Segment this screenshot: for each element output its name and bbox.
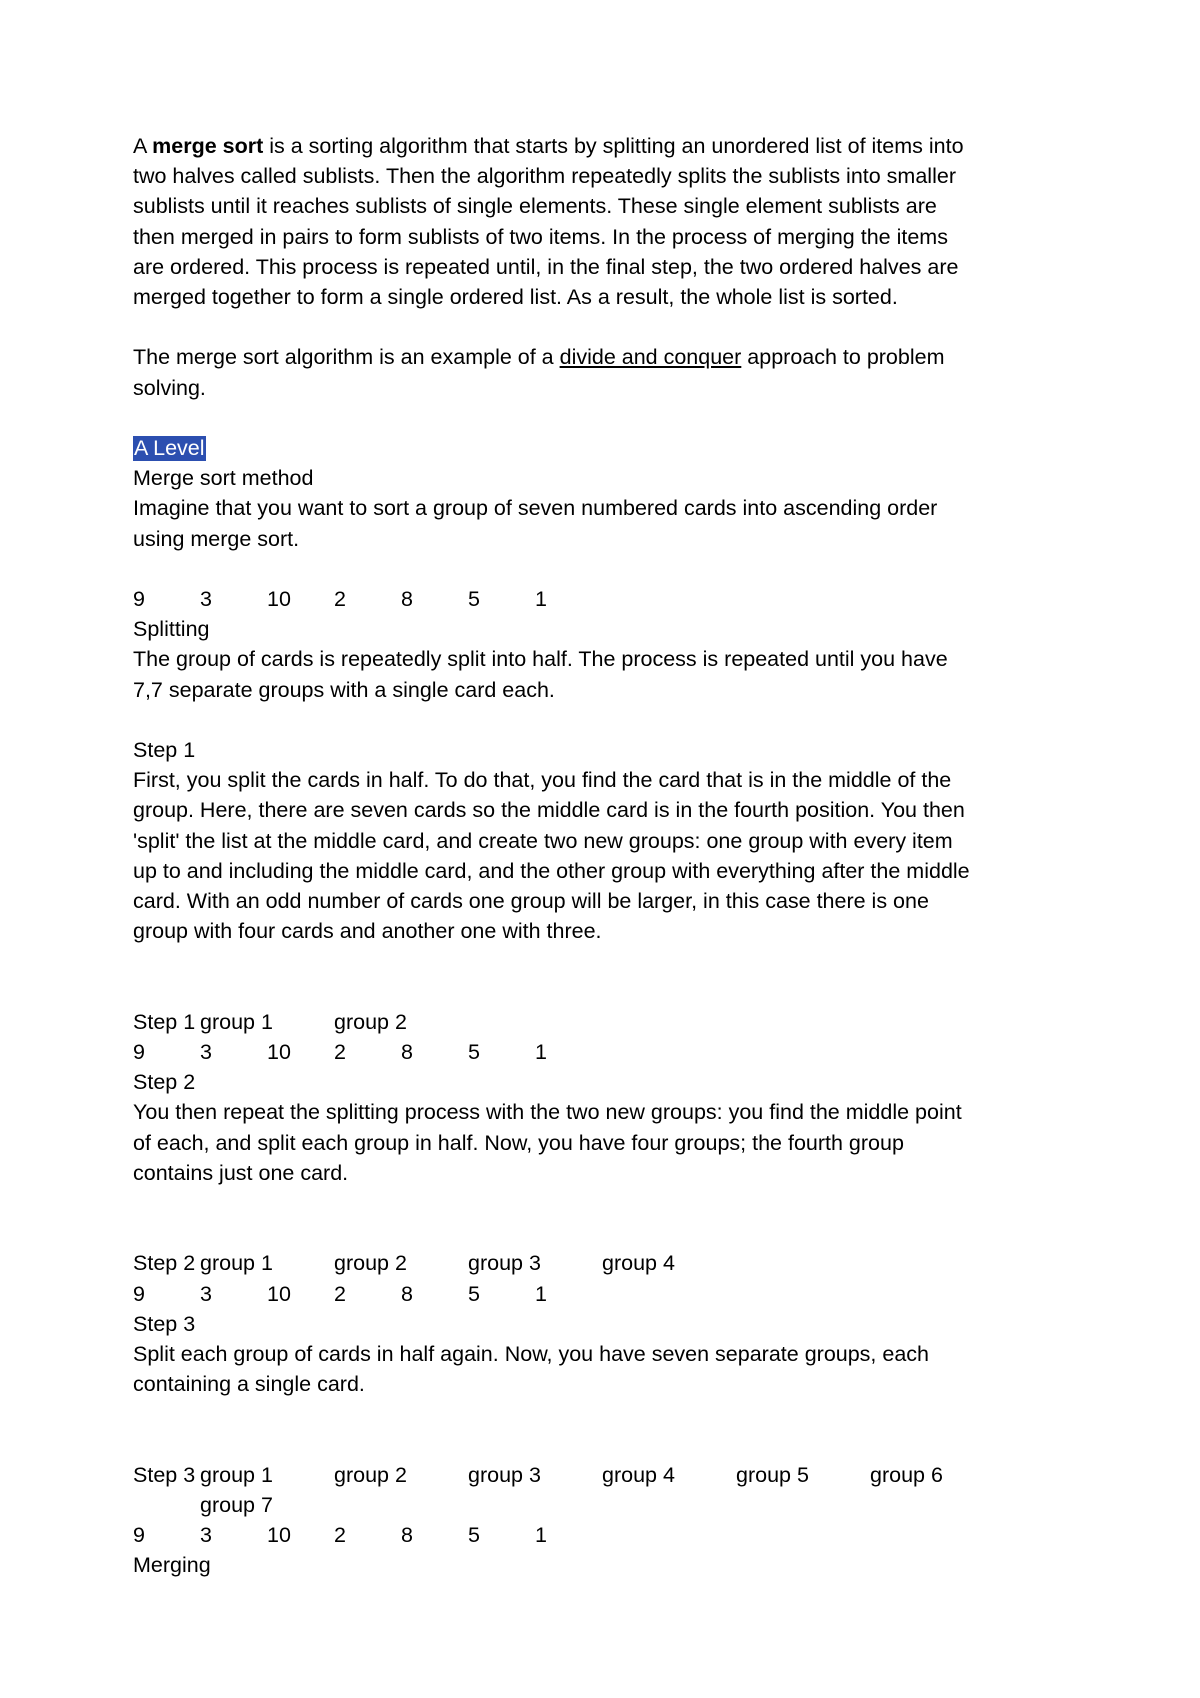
step1-group-header-row: Step 1 group 1 group 2 bbox=[133, 1007, 977, 1037]
card-value: 1 bbox=[535, 1281, 547, 1306]
card-value: 1 bbox=[535, 1040, 547, 1065]
step3-group-header-row-wrap: group 7 bbox=[133, 1490, 977, 1520]
paragraph-divide-and-conquer: The merge sort algorithm is an example o… bbox=[133, 342, 977, 402]
divide-and-conquer-link[interactable]: divide and conquer bbox=[560, 345, 742, 369]
paragraph-splitting-body: The group of cards is repeatedly split i… bbox=[133, 647, 948, 702]
card-value: 5 bbox=[468, 1040, 480, 1065]
card-value: 8 bbox=[401, 587, 413, 611]
card-value: 3 bbox=[200, 1040, 212, 1065]
card-value: 9 bbox=[133, 1040, 145, 1065]
document-body: A merge sort is a sorting algorithm that… bbox=[133, 131, 977, 1581]
step2-group-header-row: Step 2 group 1 group 2 group 3 group 4 bbox=[133, 1248, 977, 1278]
step3-group-label: group 6 bbox=[870, 1462, 943, 1487]
paragraph-imagine: Imagine that you want to sort a group of… bbox=[133, 496, 938, 551]
card-value: 2 bbox=[334, 1040, 346, 1065]
merge-sort-method-heading: Merge sort method bbox=[133, 466, 314, 491]
step2-heading: Step 2 bbox=[133, 1070, 196, 1095]
splitting-heading: Splitting bbox=[133, 617, 210, 642]
card-value: 8 bbox=[401, 1281, 413, 1306]
card-value: 5 bbox=[468, 1281, 480, 1306]
card-value: 3 bbox=[200, 1281, 212, 1306]
merge-sort-bold-term: merge sort bbox=[152, 134, 264, 158]
card-value: 1 bbox=[535, 1523, 547, 1548]
card-value: 9 bbox=[133, 1523, 145, 1548]
step3-group-label: group 7 bbox=[200, 1493, 273, 1518]
card-value: 3 bbox=[200, 587, 212, 611]
step3-heading: Step 3 bbox=[133, 1311, 196, 1336]
step3-step-label: Step 3 bbox=[133, 1462, 196, 1487]
step3-card-row: 9 3 10 2 8 5 1 bbox=[133, 1520, 977, 1550]
card-value: 10 bbox=[267, 1523, 291, 1548]
card-row-initial: 9 3 10 2 8 5 1 bbox=[133, 584, 977, 614]
card-value: 8 bbox=[401, 1523, 413, 1548]
card-value: 5 bbox=[468, 1523, 480, 1548]
step2-group-label: group 4 bbox=[602, 1251, 675, 1276]
step3-group-label: group 5 bbox=[736, 1462, 809, 1487]
step1-group-label: group 2 bbox=[334, 1009, 407, 1034]
paragraph-intro: A merge sort is a sorting algorithm that… bbox=[133, 131, 977, 312]
card-value: 5 bbox=[468, 587, 480, 611]
card-value: 9 bbox=[133, 1281, 145, 1306]
step2-group-label: group 3 bbox=[468, 1251, 541, 1276]
paragraph-step2-body: You then repeat the splitting process wi… bbox=[133, 1100, 962, 1185]
paragraph-step3-body: Split each group of cards in half again.… bbox=[133, 1342, 930, 1397]
card-value: 2 bbox=[334, 587, 346, 611]
step1-step-label: Step 1 bbox=[133, 1009, 196, 1034]
step2-step-label: Step 2 bbox=[133, 1251, 196, 1276]
document-page: A merge sort is a sorting algorithm that… bbox=[0, 0, 1200, 1698]
step3-group-header-row: Step 3 group 1 group 2 group 3 group 4 group … bbox=[133, 1460, 977, 1490]
a-level-heading-line: A Level bbox=[133, 433, 977, 463]
card-value: 2 bbox=[334, 1281, 346, 1306]
a-level-selected-heading[interactable]: A Level bbox=[133, 436, 206, 461]
step2-group-label: group 1 bbox=[200, 1251, 273, 1276]
step1-card-row: 9 3 10 2 8 5 1 bbox=[133, 1037, 977, 1067]
card-value: 10 bbox=[267, 1281, 291, 1306]
card-value: 3 bbox=[200, 1523, 212, 1548]
card-value: 2 bbox=[334, 1523, 346, 1548]
card-value: 8 bbox=[401, 1040, 413, 1065]
step3-group-label: group 3 bbox=[468, 1462, 541, 1487]
step2-group-label: group 2 bbox=[334, 1251, 407, 1276]
step2-card-row: 9 3 10 2 8 5 1 bbox=[133, 1279, 977, 1309]
card-value: 10 bbox=[267, 587, 291, 611]
paragraph-step1-body: First, you split the cards in half. To d… bbox=[133, 768, 970, 944]
card-value: 10 bbox=[267, 1040, 291, 1065]
divide-lead-text: The merge sort algorithm is an example o… bbox=[133, 345, 560, 370]
step1-heading: Step 1 bbox=[133, 738, 196, 762]
merging-heading: Merging bbox=[133, 1553, 211, 1578]
intro-lead-text: A bbox=[133, 134, 153, 158]
intro-rest-text: is a sorting algorithm that starts by sp… bbox=[133, 134, 964, 310]
card-value: 9 bbox=[133, 587, 145, 611]
step3-group-label: group 2 bbox=[334, 1462, 407, 1487]
step1-group-label: group 1 bbox=[200, 1009, 273, 1034]
card-value: 1 bbox=[535, 587, 547, 611]
step3-group-label: group 4 bbox=[602, 1462, 675, 1487]
step3-group-label: group 1 bbox=[200, 1462, 273, 1487]
